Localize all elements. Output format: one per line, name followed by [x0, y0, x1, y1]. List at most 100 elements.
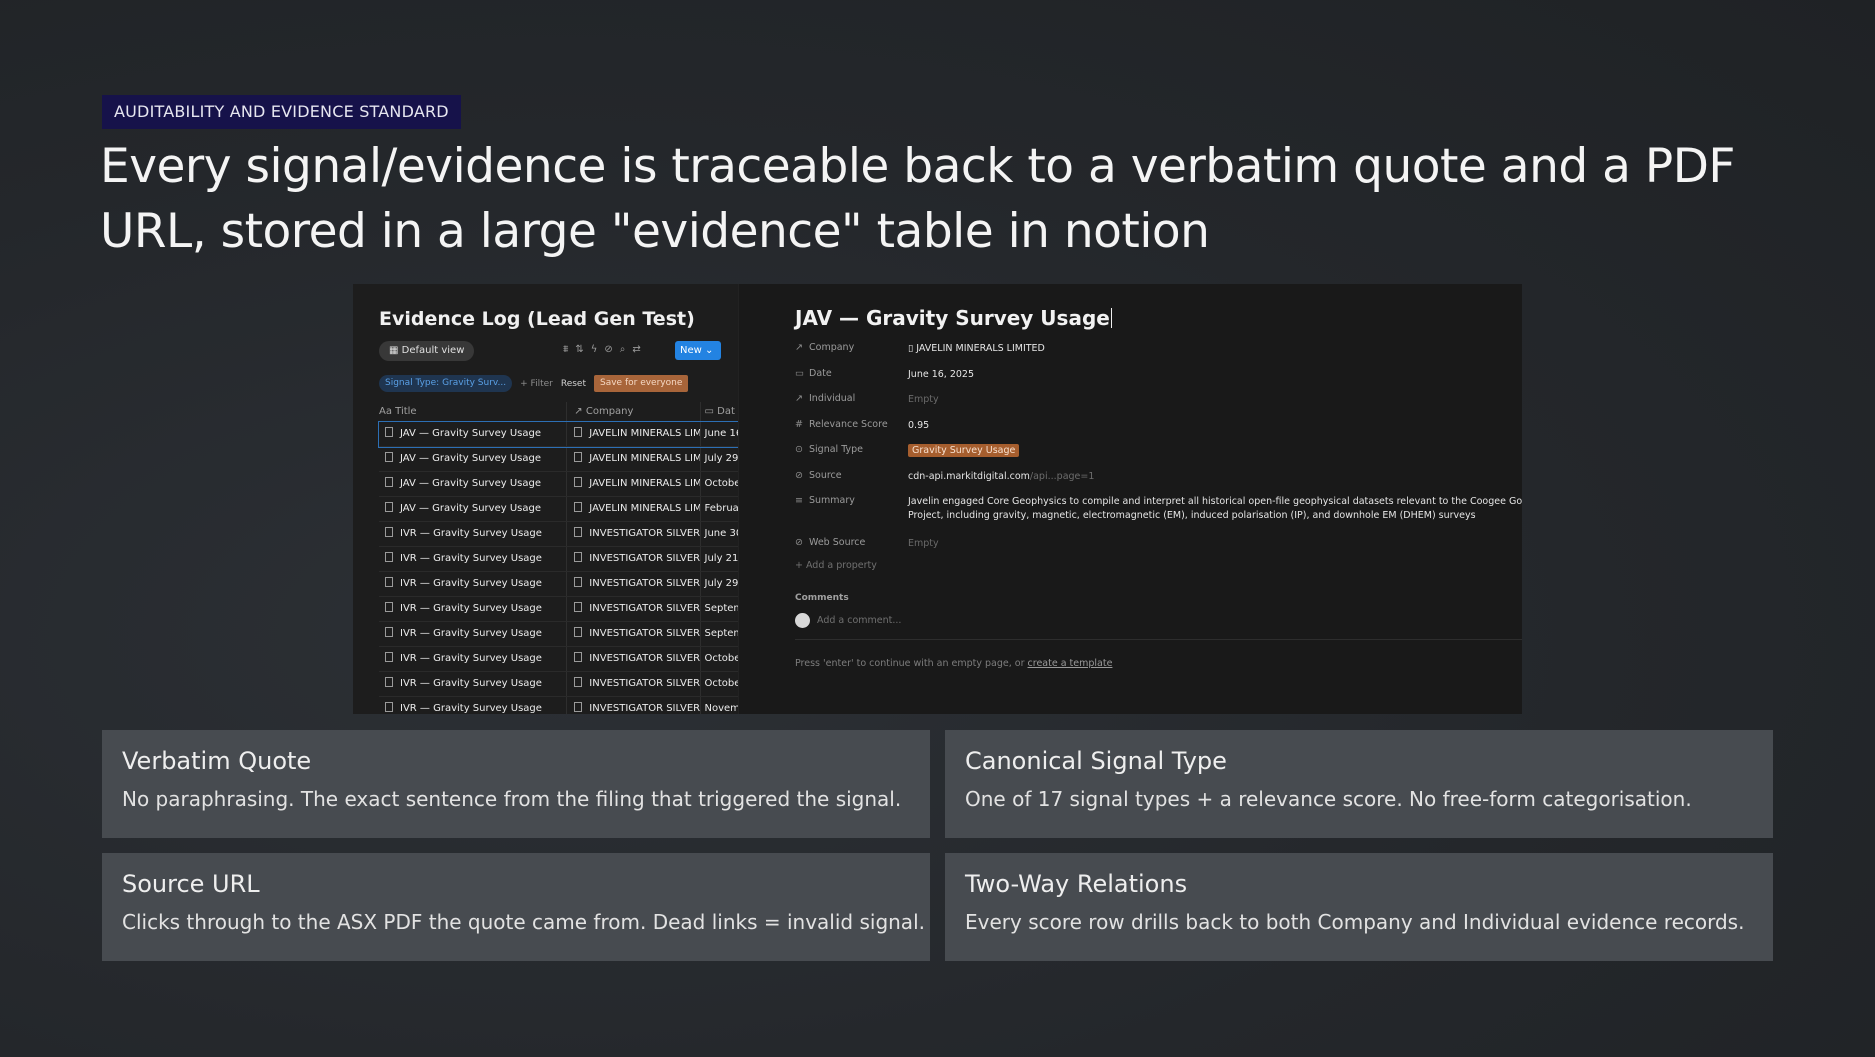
- row-date: July 29: [704, 453, 739, 464]
- page-icon: [574, 652, 583, 662]
- prop-individual[interactable]: ↗ Individual Empty: [795, 393, 1522, 419]
- prop-source[interactable]: ⊘ Source cdn-api.markitdigital.com/api...p…: [795, 470, 1522, 496]
- view-selector[interactable]: ▦ Default view: [379, 341, 475, 361]
- filter-icon[interactable]: ⩩: [563, 344, 568, 355]
- row-title: IVR — Gravity Survey Usage: [400, 578, 542, 589]
- table-row[interactable]: JAV — Gravity Survey Usage JAVELIN MINERA…: [379, 447, 738, 472]
- source-link[interactable]: cdn-api.markitdigital.com: [908, 471, 1030, 482]
- page-icon: [385, 577, 393, 587]
- table-row[interactable]: IVR — Gravity Survey Usage INVESTIGATOR S…: [379, 672, 738, 697]
- page-icon: [385, 502, 393, 512]
- page-icon: [574, 577, 583, 587]
- table-row[interactable]: IVR — Gravity Survey Usage INVESTIGATOR S…: [379, 622, 738, 647]
- row-company: JAVELIN MINERALS LIMIT: [589, 503, 700, 514]
- page-icon: [385, 602, 393, 612]
- table-row[interactable]: JAV — Gravity Survey Usage JAVELIN MINERA…: [378, 421, 738, 448]
- prop-company[interactable]: ↗ Company ▯ JAVELIN MINERALS LIMITED: [795, 342, 1522, 368]
- create-template-link[interactable]: create a template: [1028, 658, 1113, 669]
- table-row[interactable]: IVR — Gravity Survey Usage INVESTIGATOR S…: [379, 697, 738, 714]
- settings-icon[interactable]: ⇄: [632, 344, 640, 355]
- notion-screenshot: Evidence Log (Lead Gen Test) ▦ Default v…: [353, 284, 1522, 714]
- relation-icon: ↗: [795, 342, 803, 353]
- row-company: INVESTIGATOR SILVER LI: [589, 653, 700, 664]
- row-title: JAV — Gravity Survey Usage: [400, 453, 541, 464]
- comments-heading: Comments: [795, 593, 849, 603]
- page-icon: [385, 452, 393, 462]
- prop-web-source[interactable]: ⊘ Web Source Empty: [795, 537, 1522, 563]
- row-company: INVESTIGATOR SILVER LI: [589, 628, 700, 639]
- page-icon: [574, 477, 583, 487]
- row-company: INVESTIGATOR SILVER LI: [589, 703, 700, 714]
- record-panel: JAV — Gravity Survey Usage ↗ Company ▯ JAV…: [738, 284, 1522, 714]
- column-date[interactable]: ▭ Dat: [699, 402, 739, 421]
- row-date: Septem: [704, 603, 739, 614]
- row-company: INVESTIGATOR SILVER LI: [589, 553, 700, 564]
- database-title: Evidence Log (Lead Gen Test): [379, 308, 695, 330]
- page-icon: [574, 602, 583, 612]
- save-for-everyone-button[interactable]: Save for everyone: [594, 375, 689, 392]
- row-title: IVR — Gravity Survey Usage: [400, 653, 542, 664]
- new-button[interactable]: New ⌄: [675, 341, 721, 360]
- number-icon: #: [795, 418, 803, 430]
- page-icon: [574, 452, 583, 462]
- table-row[interactable]: IVR — Gravity Survey Usage INVESTIGATOR S…: [379, 547, 738, 572]
- search-icon[interactable]: ⌕: [620, 344, 626, 355]
- calendar-icon: ▭: [795, 367, 804, 379]
- card-title: Source URL: [122, 870, 260, 898]
- column-company[interactable]: ↗ Company: [566, 402, 699, 421]
- prop-signal-type[interactable]: ⊙ Signal Type Gravity Survey Usage: [795, 444, 1522, 470]
- add-filter-button[interactable]: + Filter: [520, 379, 553, 389]
- page-icon: [385, 552, 393, 562]
- page-icon: [385, 627, 393, 637]
- row-title: JAV — Gravity Survey Usage: [400, 478, 541, 489]
- row-company: INVESTIGATOR SILVER LI: [589, 603, 700, 614]
- row-date: July 21: [704, 553, 739, 564]
- table-row[interactable]: IVR — Gravity Survey Usage INVESTIGATOR S…: [379, 597, 738, 622]
- row-company: INVESTIGATOR SILVER LI: [589, 528, 700, 539]
- page-icon: [574, 527, 583, 537]
- record-title[interactable]: JAV — Gravity Survey Usage: [795, 306, 1112, 330]
- reset-button[interactable]: Reset: [561, 379, 586, 389]
- new-label: New: [680, 345, 702, 356]
- sort-icon[interactable]: ⇅: [575, 344, 583, 355]
- row-title: IVR — Gravity Survey Usage: [400, 528, 542, 539]
- card-title: Two-Way Relations: [965, 870, 1188, 898]
- database-panel: Evidence Log (Lead Gen Test) ▦ Default v…: [353, 284, 738, 714]
- table-row[interactable]: IVR — Gravity Survey Usage INVESTIGATOR S…: [379, 522, 738, 547]
- row-title: IVR — Gravity Survey Usage: [400, 703, 542, 714]
- row-company: INVESTIGATOR SILVER LI: [589, 678, 700, 689]
- prop-relevance-score[interactable]: # Relevance Score 0.95: [795, 419, 1522, 445]
- text-icon: ≡: [795, 495, 803, 506]
- page-headline: Every signal/evidence is traceable back …: [100, 139, 1735, 259]
- row-date: Februa: [704, 503, 739, 514]
- table-row[interactable]: JAV — Gravity Survey Usage JAVELIN MINERA…: [379, 472, 738, 497]
- link-icon: ⊘: [795, 537, 803, 548]
- row-date: Novem: [704, 703, 739, 714]
- toolbar-icons: ⩩ ⇅ ϟ ⊘ ⌕ ⇄: [563, 344, 641, 355]
- row-title: JAV — Gravity Survey Usage: [400, 428, 541, 439]
- card-canonical-signal-type: Canonical Signal Type One of 17 signal t…: [945, 730, 1773, 838]
- row-date: Octobe: [704, 678, 739, 689]
- prop-date[interactable]: ▭ Date June 16, 2025: [795, 368, 1522, 394]
- table-row[interactable]: JAV — Gravity Survey Usage JAVELIN MINERA…: [379, 497, 738, 522]
- automation-icon[interactable]: ϟ: [591, 344, 598, 355]
- filter-row: Signal Type: Gravity Surv... + Filter Re…: [379, 375, 689, 392]
- page-icon: [574, 427, 583, 437]
- column-title[interactable]: Aa Title: [379, 402, 566, 421]
- table-row[interactable]: IVR — Gravity Survey Usage INVESTIGATOR S…: [379, 647, 738, 672]
- card-title: Canonical Signal Type: [965, 747, 1227, 775]
- row-date: July 29: [704, 578, 739, 589]
- prop-summary[interactable]: ≡ Summary Javelin engaged Core Geophysics …: [795, 495, 1522, 537]
- divider: [795, 639, 1522, 640]
- table-row[interactable]: IVR — Gravity Survey Usage INVESTIGATOR S…: [379, 572, 738, 597]
- signal-type-filter-chip[interactable]: Signal Type: Gravity Surv...: [379, 375, 513, 392]
- view-label: Default view: [401, 345, 465, 356]
- section-tag: AUDITABILITY AND EVIDENCE STANDARD: [102, 95, 461, 129]
- page-icon: [574, 627, 583, 637]
- add-property-button[interactable]: + Add a property: [795, 560, 877, 571]
- hide-icon[interactable]: ⊘: [604, 344, 612, 355]
- card-body: No paraphrasing. The exact sentence from…: [122, 787, 902, 811]
- row-company: INVESTIGATOR SILVER LI: [589, 578, 700, 589]
- avatar: [795, 613, 810, 628]
- add-comment-input[interactable]: Add a comment...: [817, 615, 901, 626]
